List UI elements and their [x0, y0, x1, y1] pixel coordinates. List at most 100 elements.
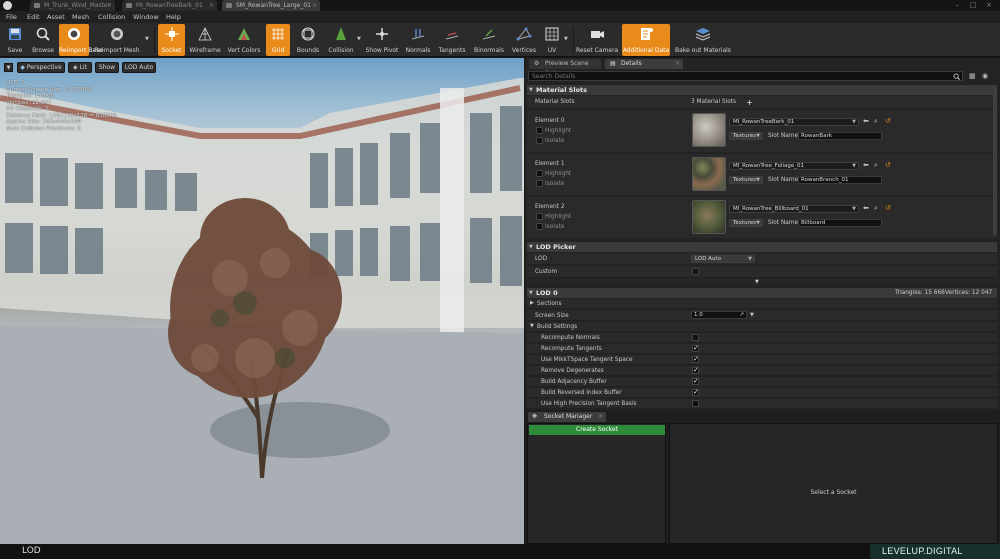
browse-search-icon[interactable]: ⌕	[874, 161, 878, 170]
chevron-down-icon[interactable]: ▼	[145, 36, 149, 42]
tab-details[interactable]: ▤ Details ×	[605, 59, 683, 69]
isolate-checkbox[interactable]	[536, 137, 543, 144]
recompute-normals-checkbox[interactable]	[692, 334, 699, 341]
textures-dropdown[interactable]: Textures ▼	[729, 219, 763, 227]
close-icon[interactable]: ×	[312, 0, 317, 11]
create-socket-button[interactable]: Create Socket	[529, 425, 665, 435]
menu-asset[interactable]: Asset	[47, 11, 65, 23]
add-icon[interactable]: +	[746, 98, 753, 107]
use-selected-arrow-icon[interactable]: ⬅	[863, 204, 869, 212]
reset-arrow-icon[interactable]: ↗	[739, 312, 744, 318]
isolate-checkbox[interactable]	[536, 180, 543, 187]
close-icon[interactable]: ×	[675, 59, 680, 69]
socket-toggle[interactable]: Socket	[158, 24, 185, 56]
menu-window[interactable]: Window	[133, 11, 159, 23]
unreal-logo-icon[interactable]	[3, 1, 12, 10]
chevron-down-icon[interactable]: ▼	[564, 36, 568, 42]
save-button[interactable]: Save	[2, 24, 28, 56]
screen-size-field[interactable]: 1.0 ↗	[691, 311, 747, 319]
material-selector[interactable]: MI_RowanTreeBark_01 ▼	[729, 118, 859, 126]
build-settings-row[interactable]: ▼ Build Settings	[527, 322, 997, 332]
lod-picker-header[interactable]: ▼ LOD Picker	[527, 242, 997, 252]
details-scrollbar[interactable]	[993, 85, 997, 235]
close-icon[interactable]: ×	[598, 412, 603, 422]
material-selector[interactable]: MI_RowanTree_Billboard_01 ▼	[729, 205, 859, 213]
reset-arrow-icon[interactable]: ↺	[885, 204, 891, 212]
menu-collision[interactable]: Collision	[98, 11, 125, 23]
material-thumbnail-billboard[interactable]	[692, 200, 726, 234]
bounds-toggle[interactable]: Bounds	[294, 24, 322, 56]
lod0-header[interactable]: ▼ LOD 0 Triangles: 15 666 Vertices: 12 04…	[527, 288, 997, 298]
viewport-options-button[interactable]: ▼	[4, 63, 13, 72]
reset-camera-button[interactable]: Reset Camera	[576, 24, 618, 56]
show-button[interactable]: Show	[95, 62, 119, 73]
bake-out-materials-button[interactable]: Bake out Materials	[674, 24, 732, 56]
tab-static-mesh[interactable]: SM_RowanTree_Large_01 ×	[222, 0, 320, 11]
reversed-index-checkbox[interactable]	[692, 388, 699, 396]
remove-degenerates-checkbox[interactable]	[692, 366, 699, 374]
vertices-toggle[interactable]: Vertices	[509, 24, 539, 56]
menu-file[interactable]: File	[6, 11, 17, 23]
additional-data-toggle[interactable]: Additional Data	[622, 24, 670, 56]
material-slots-header[interactable]: ▼ Material Slots	[527, 85, 997, 95]
material-selector[interactable]: MI_RowanTree_Foliage_01 ▼	[729, 162, 859, 170]
use-selected-arrow-icon[interactable]: ⬅	[863, 117, 869, 125]
lod-dropdown[interactable]: LOD Auto ▼	[691, 255, 755, 263]
maximize-button[interactable]: □	[966, 1, 980, 10]
reset-arrow-icon[interactable]: ↺	[885, 117, 891, 125]
reimport-base-button[interactable]: Reimport Base	[59, 24, 103, 56]
tab-material-instance[interactable]: MI_RowanTreeBark_01 ×	[122, 0, 217, 11]
textures-dropdown[interactable]: Textures ▼	[729, 176, 763, 184]
browse-search-icon[interactable]: ⌕	[874, 117, 878, 126]
eye-icon[interactable]: ◉	[982, 72, 988, 80]
chevron-down-icon[interactable]: ▼	[357, 36, 361, 42]
slot-name-field[interactable]: Billboard	[798, 219, 882, 227]
binormals-toggle[interactable]: Binormals	[472, 24, 506, 56]
uv-toggle[interactable]: UV	[541, 24, 563, 56]
custom-lod-checkbox[interactable]	[692, 268, 699, 275]
close-icon[interactable]: ×	[209, 0, 214, 11]
lod-auto-button[interactable]: LOD Auto	[122, 62, 156, 73]
highlight-checkbox[interactable]	[536, 127, 543, 134]
tangents-toggle[interactable]: Tangents	[436, 24, 468, 56]
search-details-input[interactable]	[528, 71, 963, 81]
vert-colors-toggle[interactable]: Vert Colors	[225, 24, 263, 56]
mikktspace-checkbox[interactable]	[692, 355, 699, 363]
minimize-button[interactable]: –	[950, 1, 964, 10]
high-precision-tangent-checkbox[interactable]	[692, 400, 699, 407]
close-icon[interactable]: ×	[107, 0, 112, 11]
menu-mesh[interactable]: Mesh	[72, 11, 89, 23]
mesh-preview-viewport[interactable]: ▼ ◆ Perspective ◈ Lit Show LOD Auto LOD:…	[0, 58, 524, 544]
collision-toggle[interactable]: Collision	[325, 24, 357, 56]
textures-dropdown[interactable]: Textures ▼	[729, 132, 763, 140]
browse-button[interactable]: Browse	[29, 24, 57, 56]
window-close-button[interactable]: ×	[982, 1, 996, 10]
highlight-checkbox[interactable]	[536, 170, 543, 177]
tab-material-master[interactable]: M_Trunk_Wind_Master ×	[30, 0, 115, 11]
slot-name-field[interactable]: RowanBranch_01	[798, 176, 882, 184]
perspective-button[interactable]: ◆ Perspective	[17, 62, 65, 73]
highlight-checkbox[interactable]	[536, 213, 543, 220]
menu-edit[interactable]: Edit	[27, 11, 40, 23]
material-thumbnail-bark[interactable]	[692, 113, 726, 147]
browse-search-icon[interactable]: ⌕	[874, 204, 878, 213]
normals-toggle[interactable]: Normals	[404, 24, 432, 56]
reimport-mesh-button[interactable]: Reimport Mesh	[91, 24, 143, 56]
lit-button[interactable]: ◈ Lit	[68, 62, 92, 73]
tab-socket-manager[interactable]: ✥ Socket Manager ×	[528, 412, 606, 422]
adjacency-buffer-checkbox[interactable]	[692, 377, 699, 385]
menu-help[interactable]: Help	[166, 11, 181, 23]
use-selected-arrow-icon[interactable]: ⬅	[863, 161, 869, 169]
grid-toggle[interactable]: Grid	[266, 24, 290, 56]
sections-row[interactable]: ▶ Sections	[527, 299, 997, 309]
recompute-tangents-checkbox[interactable]	[692, 344, 699, 352]
wireframe-toggle[interactable]: Wireframe	[188, 24, 222, 56]
slot-name-field[interactable]: RowanBark	[798, 132, 882, 140]
tab-preview-scene-settings[interactable]: ⚙Preview Scene Sett	[529, 59, 601, 77]
isolate-checkbox[interactable]	[536, 223, 543, 230]
material-thumbnail-foliage[interactable]	[692, 157, 726, 191]
chevron-down-icon[interactable]: ▼	[750, 312, 754, 318]
reset-arrow-icon[interactable]: ↺	[885, 161, 891, 169]
property-matrix-icon[interactable]: ▦	[969, 72, 976, 80]
show-pivot-toggle[interactable]: Show Pivot	[364, 24, 400, 56]
